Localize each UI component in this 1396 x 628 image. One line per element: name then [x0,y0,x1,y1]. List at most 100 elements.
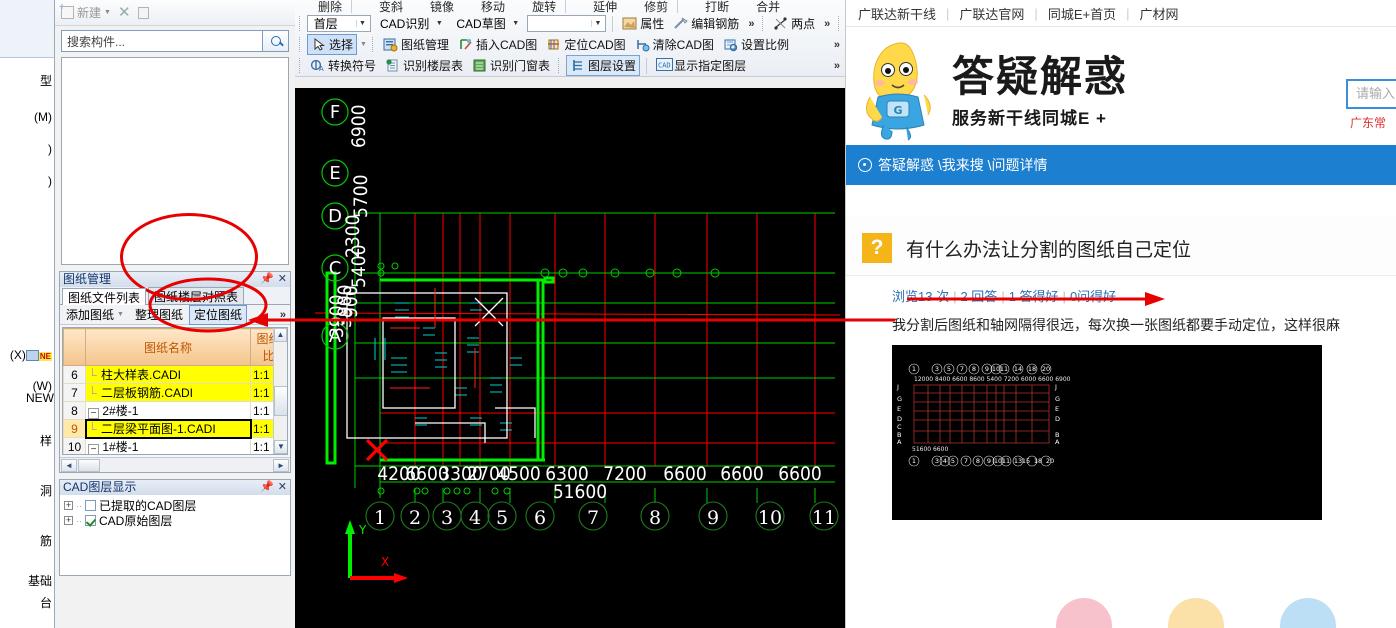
insert-cad-button[interactable]: 插入CAD图 [455,35,540,54]
ribbon-rotate[interactable]: 旋转 [511,0,559,13]
locate-drawing-button[interactable]: 定位图纸 [188,304,247,325]
show-specified-layer-button[interactable]: CAD 显示指定图层 [653,56,749,75]
ribbon-move[interactable]: 移动 [460,0,508,13]
search-input[interactable]: 搜索构件... [61,30,263,52]
pin-icon[interactable]: 📌 [260,272,274,287]
strip-item-0[interactable]: 型 [40,72,52,89]
toolbar-overflow-button[interactable]: » [280,309,289,321]
scroll-down-button[interactable]: ▼ [274,440,287,454]
add-drawing-label: 添加图纸 [66,307,115,322]
nav-link-guangcai[interactable]: 广材网 [1129,4,1188,23]
recognize-door-window-table-button[interactable]: 识别门窗表 [469,56,553,75]
ribbon-trim[interactable]: 修剪 [623,0,671,13]
strip-item-3[interactable]: ) [48,174,52,188]
nav-link-xinganxian[interactable]: 广联达新干线 [848,4,946,23]
mode-selector[interactable]: CAD识别 ▼ [374,15,447,32]
layer-settings-button[interactable]: 图层设置 [566,55,641,76]
col-rowno [63,328,86,366]
tab-file-list[interactable]: 图纸文件列表 [62,288,147,305]
ribbon-mirror[interactable]: 镜像 [409,0,457,13]
ribbon-cad-overflow[interactable]: » [831,39,843,51]
properties-button[interactable]: 属性 [619,14,667,33]
delete-icon [300,0,315,13]
chevron-down-icon[interactable]: ▼ [360,41,367,48]
close-icon[interactable]: ✕ [278,272,287,287]
organize-drawing-button[interactable]: 整理图纸 [130,305,188,325]
locate-cad-button[interactable]: 定位CAD图 [543,35,628,54]
strip-item-2[interactable]: ) [48,142,52,156]
add-drawing-button[interactable]: 添加图纸 ▼ [61,305,129,325]
cad-layer-tree[interactable]: + ·· 已提取的CAD图层 + ·· CAD原始图层 [60,495,290,575]
clear-cad-button[interactable]: 清除CAD图 [632,35,717,54]
ribbon-overflow-1[interactable]: » [745,18,757,30]
ribbon-bevel[interactable]: 变斜 [358,0,406,13]
new-component-button[interactable]: 新建 ▼ [59,2,111,21]
expand-icon[interactable]: + [64,516,73,525]
cad-canvas[interactable]: FE DC A 12 34 56 78 9 10 11 6900 5700 23… [295,88,845,628]
strip-item-10[interactable]: 台 [40,594,52,611]
nav-link-guanwang[interactable]: 广联达官网 [949,4,1034,23]
strip-item-7[interactable]: 洞 [40,482,52,499]
ribbon-extend[interactable]: 延伸 [572,0,620,13]
floor-selector[interactable]: 首层 ▼ [306,15,372,32]
set-scale-button[interactable]: 设置比例 [720,35,792,54]
drawing-list-grid[interactable]: 图纸名称 图纸比 6 └ 柱大样表.CADI 1:1 7 └ 二层板钢筋.CADI … [62,327,288,455]
svg-text:11: 11 [1000,365,1008,373]
component-tree-area[interactable] [61,57,289,301]
strip-item-6[interactable]: 样 [40,432,52,449]
recognize-floor-table-button[interactable]: 识别楼层表 [382,56,466,75]
site-search-input[interactable]: 请输入 [1346,79,1396,109]
drawing-manager-button[interactable]: 图纸管理 [380,35,452,54]
strip-item-1[interactable]: (M) [34,110,52,124]
ribbon-delete[interactable]: 删除 [297,0,345,13]
drawing-manager-buttonbar: 添加图纸 ▼ 整理图纸 定位图纸 » [60,304,290,325]
vertical-scrollbar[interactable]: ▲ ▼ [273,328,287,454]
question-attachment-image[interactable]: 135 789 10 11 14 18 20 134 578 9 10 11 13 15 18… [892,345,1322,520]
row-name[interactable]: └ 二层板钢筋.CADI [85,383,251,402]
hscrollbar-thumb[interactable] [78,458,100,472]
horizontal-scrollbar[interactable]: ◄ ► [60,457,290,472]
row-name[interactable]: − 2#楼-1 [85,401,251,420]
pin-icon[interactable]: 📌 [260,480,274,495]
row-name[interactable]: − 1#楼-1 [85,437,251,454]
ribbon-break[interactable]: 打断 [684,0,732,13]
scroll-up-button[interactable]: ▲ [274,328,287,342]
scroll-right-button[interactable]: ► [273,458,289,472]
row-name[interactable]: └ 柱大样表.CADI [85,365,251,384]
scrollbar-thumb[interactable] [274,386,287,416]
cad-workspace: 删除 变斜 镜像 移动 旋转 延伸 修剪 打断 合并 首层 ▼ CAD识别 ▼ [295,0,845,628]
answers-count[interactable]: 2 回答 [960,289,997,304]
footer-circle-3[interactable] [1280,598,1336,628]
chevron-down-icon: ▼ [117,310,124,318]
svg-text:J: J [896,383,899,391]
row-name-selected[interactable]: └ 二层梁平面图-1.CADI [84,418,252,439]
submode-selector[interactable]: CAD草图 ▼ [450,15,523,32]
close-icon[interactable]: ✕ [278,480,287,495]
layer-item-extracted[interactable]: + ·· 已提取的CAD图层 [64,498,286,513]
ribbon-overflow-2[interactable]: » [821,18,833,30]
scroll-left-button[interactable]: ◄ [61,458,77,472]
footer-circle-2[interactable] [1168,598,1224,628]
strip-item-9[interactable]: 基础 [28,572,52,589]
copy-icon[interactable] [137,6,149,19]
nav-link-tongcheng[interactable]: 同城E+首页 [1038,4,1126,23]
select-tool-button[interactable]: 选择 [307,34,358,55]
edit-rebar-button[interactable]: 编辑钢筋 [670,14,742,33]
close-icon[interactable]: ✕ [118,5,131,20]
tab-floor-map[interactable]: 图纸楼层对照表 [148,287,245,304]
expand-icon[interactable]: + [64,501,73,510]
svg-text:11: 11 [1002,457,1010,465]
ribbon-tools-overflow[interactable]: » [831,60,843,72]
two-point-button[interactable]: 两点 [770,14,818,33]
strip-item-4[interactable]: (X) NE [10,348,52,362]
footer-circle-1[interactable] [1056,598,1112,628]
layer-item-original[interactable]: + ·· CAD原始图层 [64,513,286,528]
strip-item-8[interactable]: 筋 [40,532,52,549]
search-button[interactable] [263,30,289,52]
convert-symbol-button[interactable]: A 转换符号 [307,56,379,75]
ribbon-merge[interactable]: 合并 [735,0,783,13]
blank-selector[interactable]: ▼ [526,15,607,32]
checkbox-unchecked[interactable] [85,500,96,511]
svg-text:3: 3 [935,457,939,465]
checkbox-checked[interactable] [85,515,96,526]
